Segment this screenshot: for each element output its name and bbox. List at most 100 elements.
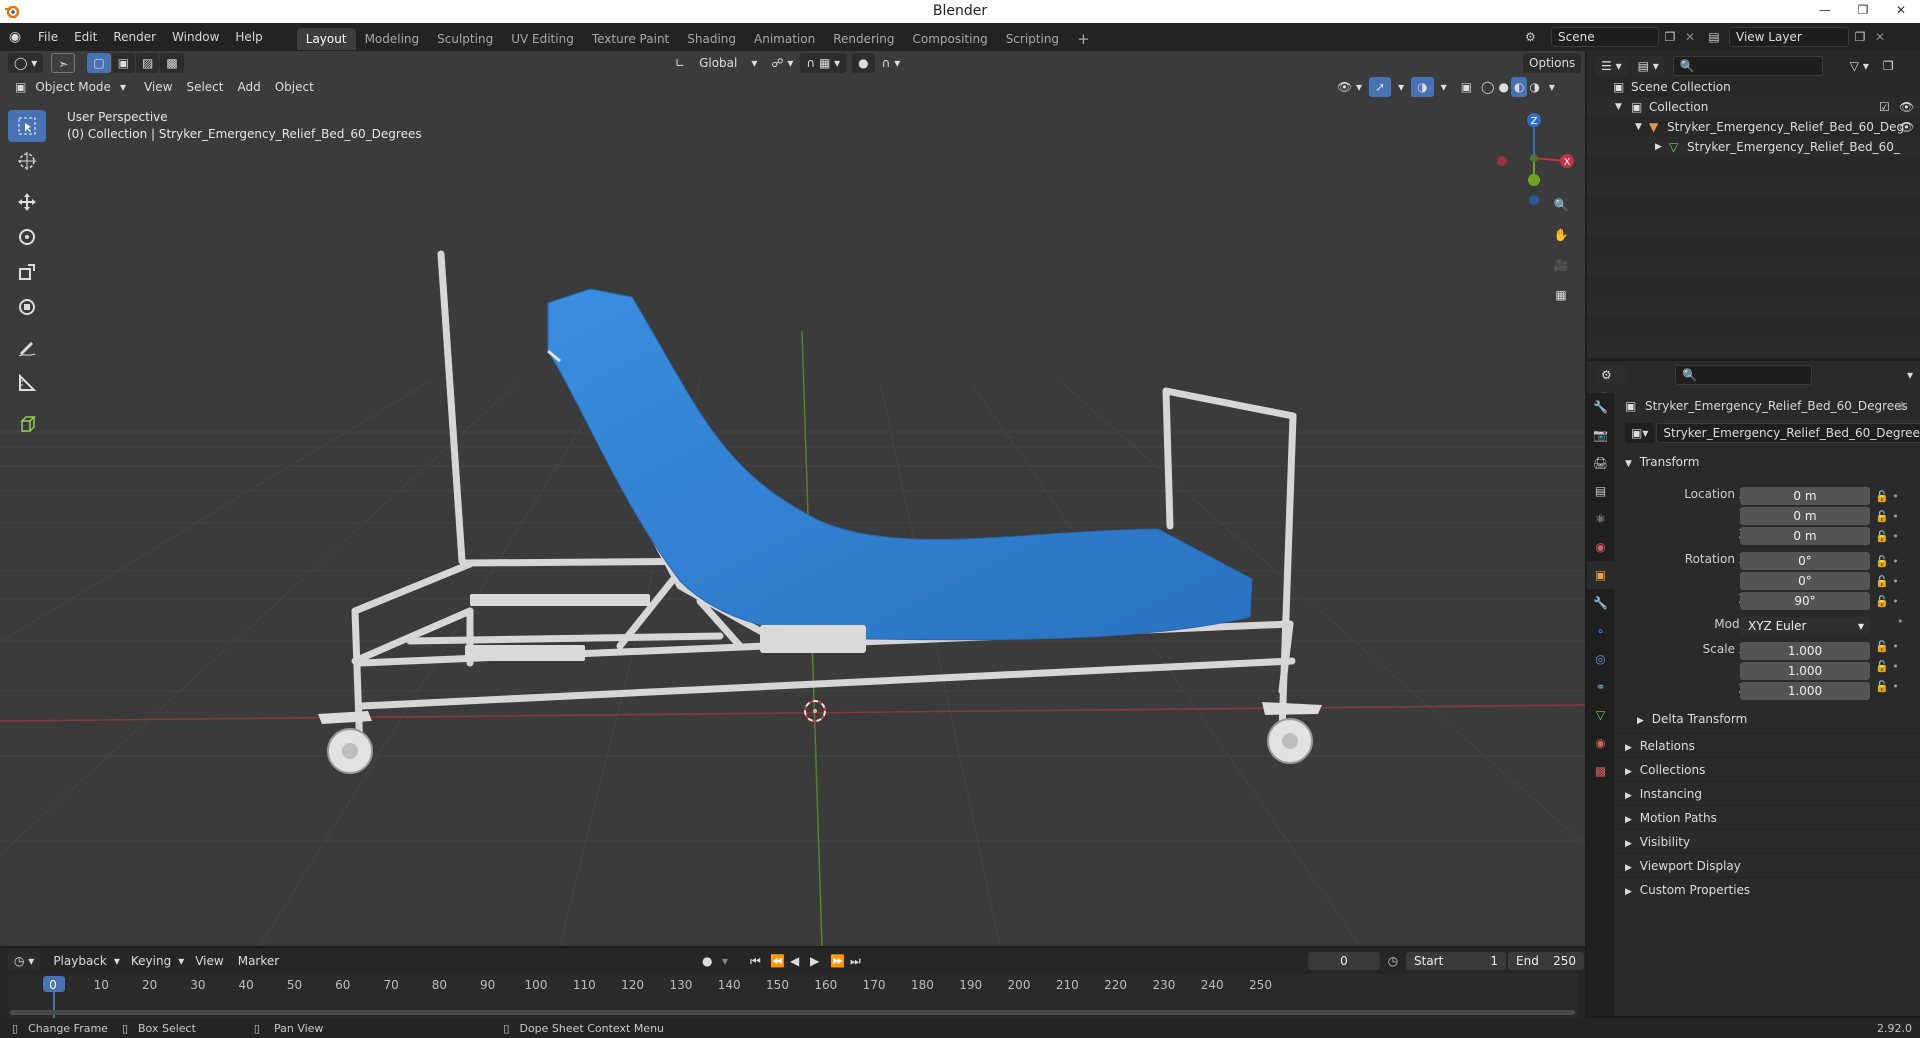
close-icon[interactable]: ✕ xyxy=(1882,0,1920,22)
wireframe-shading-icon[interactable]: ◯ xyxy=(1479,77,1496,97)
measure-tool-icon[interactable] xyxy=(8,367,46,399)
menu-object[interactable]: Object xyxy=(268,77,321,97)
disclosure-triangle-icon[interactable]: ▼ xyxy=(1615,97,1622,117)
select-box-tool-icon[interactable] xyxy=(8,110,46,142)
tool-properties-icon[interactable]: 🔧 xyxy=(1587,393,1614,421)
location-z-field[interactable]: 0 m xyxy=(1740,527,1870,545)
particle-properties-icon[interactable]: ∘ xyxy=(1587,617,1614,645)
next-keyframe-icon[interactable]: ⏩ xyxy=(830,954,850,968)
select-box-mode-icon[interactable]: ▢ xyxy=(87,53,111,73)
display-mode-icon[interactable]: ▤ ▾ xyxy=(1631,56,1665,76)
constraint-properties-icon[interactable]: ⚭ xyxy=(1587,673,1614,701)
visibility-panel-header[interactable]: ▶ Visibility xyxy=(1615,829,1920,853)
menu-window[interactable]: Window xyxy=(164,23,227,51)
view-layer-icon[interactable]: ▤ xyxy=(1699,30,1729,44)
prev-keyframe-icon[interactable]: ⏪ xyxy=(770,954,790,968)
tab-modeling[interactable]: Modeling xyxy=(356,28,429,50)
menu-help[interactable]: Help xyxy=(227,23,270,51)
clock-icon[interactable]: ◷ xyxy=(1380,954,1406,968)
chevron-down-icon[interactable]: ▾ xyxy=(1542,77,1562,97)
outliner-editor-type-icon[interactable]: ☰ ▾ xyxy=(1595,56,1628,76)
falloff-icon[interactable]: ∩ ▾ xyxy=(875,53,908,73)
checkbox-icon[interactable]: ☑ xyxy=(1879,97,1890,117)
tab-sculpting[interactable]: Sculpting xyxy=(428,28,502,50)
menu-render[interactable]: Render xyxy=(105,23,164,51)
chevron-down-icon[interactable]: ▾ xyxy=(1391,77,1411,97)
transform-orientation-dropdown[interactable]: Global xyxy=(692,53,744,73)
material-shading-icon[interactable]: ◐ xyxy=(1510,77,1528,97)
physics-properties-icon[interactable]: ◎ xyxy=(1587,645,1614,673)
render-properties-icon[interactable]: 📷 xyxy=(1587,421,1614,449)
menu-select[interactable]: Select xyxy=(179,77,230,97)
jump-end-icon[interactable]: ⏭ xyxy=(850,954,870,969)
viewport-display-panel-header[interactable]: ▶ Viewport Display xyxy=(1615,853,1920,877)
pin-icon[interactable]: ❄ xyxy=(1897,399,1907,413)
restore-icon[interactable]: ❐ xyxy=(1844,0,1882,22)
outliner-collection[interactable]: ▼ ▣ Collection ☑ 👁 xyxy=(1587,97,1920,117)
location-x-field[interactable]: 0 m xyxy=(1740,487,1870,505)
eye-icon[interactable]: 👁 xyxy=(1899,97,1914,117)
play-reverse-icon[interactable]: ◀ xyxy=(790,954,810,968)
rotate-tool-icon[interactable] xyxy=(8,221,46,253)
perspective-grid-icon[interactable]: ▦ xyxy=(1548,282,1574,308)
scale-tool-icon[interactable] xyxy=(8,256,46,288)
collections-panel-header[interactable]: ▶ Collections xyxy=(1615,757,1920,781)
gizmo-neg-z[interactable] xyxy=(1529,195,1539,205)
zoom-icon[interactable]: 🔍 xyxy=(1548,192,1574,218)
gizmo-neg-y[interactable] xyxy=(1530,154,1538,162)
lock-icon[interactable]: 🔓 • xyxy=(1875,677,1904,697)
transform-tool-icon[interactable] xyxy=(8,291,46,323)
outliner-search-input[interactable]: 🔍 xyxy=(1672,56,1823,76)
xray-icon[interactable]: ▣ xyxy=(1454,77,1479,97)
editor-type-icon[interactable]: ◯ ▾ xyxy=(8,53,44,73)
menu-marker[interactable]: Marker xyxy=(231,951,286,971)
delete-view-layer-icon[interactable]: ✕ xyxy=(1871,30,1889,44)
solid-shading-icon[interactable]: ● xyxy=(1496,77,1510,97)
world-properties-icon[interactable]: ◉ xyxy=(1587,533,1614,561)
lock-icon[interactable]: 🔓 • xyxy=(1875,507,1904,527)
select-intersect-icon[interactable]: ▩ xyxy=(160,53,184,73)
timeline-editor-type-icon[interactable]: ◷ ▾ xyxy=(8,951,41,971)
instancing-panel-header[interactable]: ▶ Instancing xyxy=(1615,781,1920,805)
scene-field[interactable]: Scene xyxy=(1551,27,1659,47)
menu-edit[interactable]: Edit xyxy=(66,23,105,51)
blender-menu-icon[interactable]: ◉ xyxy=(0,29,30,45)
tab-shading[interactable]: Shading xyxy=(678,28,745,50)
start-frame-field[interactable]: Start 1 xyxy=(1406,952,1506,970)
rotation-z-field[interactable]: 90° xyxy=(1740,592,1870,610)
mattress[interactable] xyxy=(547,288,1253,641)
chevron-down-icon[interactable]: ▾ xyxy=(1900,365,1920,385)
custom-properties-panel-header[interactable]: ▶ Custom Properties xyxy=(1615,877,1920,901)
scale-z-field[interactable]: 1.000 xyxy=(1740,682,1870,700)
output-properties-icon[interactable]: 🖨 xyxy=(1587,449,1614,477)
properties-search-input[interactable]: 🔍 xyxy=(1675,365,1812,385)
delete-scene-icon[interactable]: ✕ xyxy=(1681,30,1699,44)
tab-scripting[interactable]: Scripting xyxy=(997,28,1068,50)
proportional-edit-icon[interactable]: ● xyxy=(852,53,875,73)
lock-icon[interactable]: 🔓 • xyxy=(1875,527,1904,547)
outliner-mesh-row[interactable]: ▶ ▽ Stryker_Emergency_Relief_Bed_60_ xyxy=(1587,137,1920,157)
lock-icon[interactable]: 🔓 • xyxy=(1875,637,1904,657)
timeline-scrollbar[interactable] xyxy=(10,1010,1575,1015)
snap-icon[interactable]: ∩ ▦ ▾ xyxy=(800,53,847,73)
eye-icon[interactable]: 👁 xyxy=(1899,117,1914,137)
properties-editor-type-icon[interactable]: ⚙ ▾ xyxy=(1595,365,1628,402)
3d-viewport[interactable]: ◯ ▾ ➣ ▢ ▣ ▨ ▩ ∟ Global ▾ ☍ ▾ ∩ ▦ ▾ ● ∩ ▾… xyxy=(0,51,1585,946)
mode-dropdown[interactable]: Object Mode xyxy=(33,77,113,97)
menu-timeline-view[interactable]: View xyxy=(188,951,230,971)
menu-file[interactable]: File xyxy=(30,23,66,51)
add-workspace-button[interactable]: + xyxy=(1068,28,1099,50)
rotation-x-field[interactable]: 0° xyxy=(1740,552,1870,570)
lock-icon[interactable]: 🔓 • xyxy=(1875,592,1904,612)
cursor-tool-icon[interactable] xyxy=(8,145,46,177)
select-subtract-icon[interactable]: ▨ xyxy=(136,53,160,73)
bed-frame[interactable] xyxy=(351,250,1297,755)
motion-paths-panel-header[interactable]: ▶ Motion Paths xyxy=(1615,805,1920,829)
disclosure-triangle-icon[interactable]: ▶ xyxy=(1655,137,1662,157)
record-icon[interactable]: ● xyxy=(702,954,722,968)
minimize-icon[interactable]: — xyxy=(1806,0,1844,22)
lock-icon[interactable]: 🔓 • xyxy=(1875,572,1904,592)
current-frame-field[interactable]: 0 xyxy=(1308,952,1380,970)
annotate-tool-icon[interactable] xyxy=(8,332,46,364)
tab-rendering[interactable]: Rendering xyxy=(824,28,903,50)
